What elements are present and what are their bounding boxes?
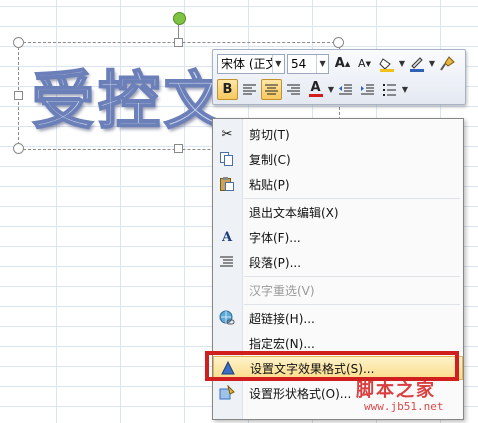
grow-font-button[interactable]: A ▲ bbox=[332, 53, 353, 74]
chevron-down-icon[interactable]: ▼ bbox=[401, 85, 409, 94]
menu-item-label: 剪切(T) bbox=[249, 127, 290, 142]
shape-format-icon bbox=[218, 384, 236, 402]
align-left-icon bbox=[242, 84, 256, 94]
chevron-down-icon: ▼ bbox=[271, 54, 284, 73]
menu-item-label: 复制(C) bbox=[249, 152, 291, 167]
menu-item-font[interactable]: A 字体(F)... bbox=[213, 225, 463, 249]
menu-item-label: 超链接(H)... bbox=[249, 311, 315, 326]
font-name-value: 宋体 (正文 bbox=[221, 57, 272, 71]
menu-item-hyperlink[interactable]: 超链接(H)... bbox=[213, 306, 463, 330]
shrink-font-button[interactable]: A ▼ bbox=[354, 53, 375, 74]
copy-icon bbox=[218, 150, 236, 168]
wordart-text[interactable]: 受控文 bbox=[31, 50, 230, 140]
resize-handle-left[interactable] bbox=[14, 91, 23, 100]
rotation-handle[interactable] bbox=[173, 12, 186, 25]
bold-button[interactable]: B bbox=[217, 79, 238, 100]
pen-icon bbox=[409, 56, 424, 72]
watermark-url: www.jb51.net bbox=[364, 400, 444, 413]
scissors-icon: ✂ bbox=[221, 126, 233, 142]
menu-item-label: 设置形状格式(O)... bbox=[249, 386, 352, 401]
menu-item-paragraph[interactable]: 段落(P)... bbox=[213, 250, 463, 274]
menu-item-label: 粘贴(P) bbox=[249, 177, 290, 192]
menu-item-label: 字体(F)... bbox=[249, 230, 301, 245]
chevron-down-icon[interactable]: ▼ bbox=[428, 59, 436, 68]
menu-separator bbox=[244, 198, 460, 199]
decrease-indent-button[interactable] bbox=[335, 79, 356, 100]
chevron-down-icon: ▼ bbox=[316, 54, 328, 73]
increase-indent-icon bbox=[360, 84, 374, 94]
menu-item-label: 退出文本编辑(X) bbox=[249, 205, 339, 220]
fill-color-button[interactable] bbox=[376, 53, 397, 74]
font-name-combo[interactable]: 宋体 (正文 ▼ bbox=[217, 53, 285, 74]
menu-item-reconvert: 汉字重选(V) bbox=[213, 278, 463, 302]
menu-item-copy[interactable]: 复制(C) bbox=[213, 147, 463, 171]
bullet-list-icon bbox=[382, 83, 396, 96]
font-color-label: A bbox=[310, 80, 321, 95]
align-right-button[interactable] bbox=[283, 79, 304, 100]
decrease-indent-icon bbox=[338, 84, 352, 94]
bullets-button[interactable] bbox=[379, 79, 400, 100]
bold-label: B bbox=[222, 82, 233, 97]
align-center-icon bbox=[264, 84, 278, 94]
align-left-button[interactable] bbox=[239, 79, 260, 100]
font-size-combo[interactable]: 54 ▼ bbox=[287, 53, 329, 74]
align-center-button[interactable] bbox=[261, 79, 282, 100]
font-color-swatch bbox=[308, 94, 323, 97]
hyperlink-icon bbox=[218, 309, 236, 327]
paint-bucket-icon bbox=[378, 57, 394, 72]
watermark-text: 脚本之家 bbox=[356, 380, 436, 401]
grow-font-icon: A bbox=[334, 56, 345, 71]
mini-toolbar: 宋体 (正文 ▼ 54 ▼ A ▲ A ▼ ▼ ▼ B A ▼ ▼ bbox=[212, 49, 466, 105]
shrink-font-icon: A bbox=[358, 57, 366, 70]
font-size-value: 54 bbox=[291, 56, 307, 71]
font-icon: A bbox=[221, 229, 233, 245]
chevron-down-icon[interactable]: ▼ bbox=[327, 85, 335, 94]
line-color-button[interactable] bbox=[406, 53, 427, 74]
menu-separator bbox=[244, 304, 460, 305]
resize-handle-bottom-left[interactable] bbox=[13, 143, 24, 154]
menu-separator bbox=[244, 276, 460, 277]
font-color-button[interactable]: A bbox=[305, 79, 326, 100]
menu-item-label: 汉字重选(V) bbox=[249, 283, 315, 298]
chevron-down-icon[interactable]: ▼ bbox=[398, 59, 406, 68]
menu-item-label: 段落(P)... bbox=[249, 255, 302, 270]
brush-icon bbox=[439, 55, 455, 71]
menu-item-label: 指定宏(N)... bbox=[249, 336, 315, 351]
format-painter-button[interactable] bbox=[436, 53, 457, 74]
menu-item-paste[interactable]: 粘贴(P) bbox=[213, 172, 463, 196]
align-right-icon bbox=[286, 84, 300, 94]
paragraph-icon bbox=[218, 253, 236, 271]
menu-item-cut[interactable]: ✂ 剪切(T) bbox=[213, 122, 463, 146]
resize-handle-top-left[interactable] bbox=[13, 37, 24, 48]
increase-indent-button[interactable] bbox=[357, 79, 378, 100]
resize-handle-top[interactable] bbox=[174, 38, 183, 47]
resize-handle-bottom[interactable] bbox=[174, 144, 183, 153]
resize-handle-top-right[interactable] bbox=[333, 37, 344, 48]
paste-icon bbox=[218, 175, 236, 193]
menu-item-exit-text-edit[interactable]: 退出文本编辑(X) bbox=[213, 200, 463, 224]
